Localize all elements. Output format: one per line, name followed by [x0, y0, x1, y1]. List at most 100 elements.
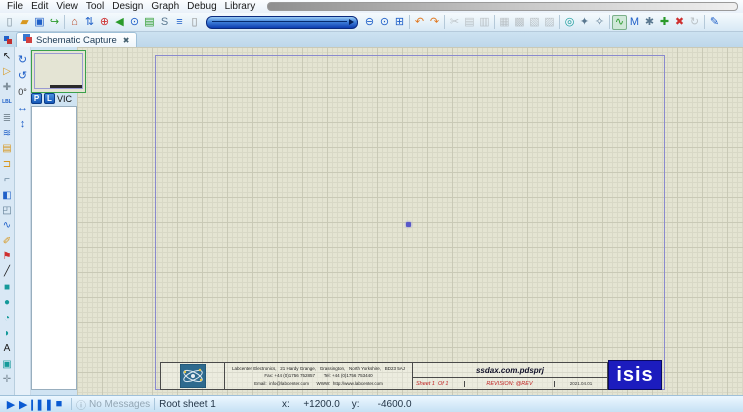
rotate-clockwise-icon[interactable]: ↻: [16, 53, 30, 67]
tab-bar: Schematic Capture ✖: [0, 32, 743, 47]
block-rotate-icon[interactable]: ▧: [527, 15, 542, 30]
rotate-anticlockwise-icon[interactable]: ↺: [16, 69, 30, 83]
wire-label-icon[interactable]: LBL: [1, 95, 14, 110]
undo-icon[interactable]: ↶: [412, 15, 427, 30]
message-text: No Messages: [89, 399, 150, 410]
zoom-all-icon[interactable]: ⊞: [392, 15, 407, 30]
stop-button[interactable]: ■: [51, 398, 67, 410]
tab-label: Schematic Capture: [36, 35, 117, 46]
overview-minimap[interactable]: [31, 50, 86, 93]
new-file-icon[interactable]: ▯: [2, 15, 17, 30]
menu-file[interactable]: File: [3, 1, 27, 12]
menu-library[interactable]: Library: [221, 1, 260, 12]
new-sheet-icon[interactable]: ✚: [657, 15, 672, 30]
toolbar-separator: [494, 15, 495, 29]
import-icon[interactable]: ↪: [47, 15, 62, 30]
tools-icon[interactable]: ✱: [642, 15, 657, 30]
menu-view[interactable]: View: [52, 1, 82, 12]
zoom-slider-track: [212, 21, 347, 22]
mirror-vertical-icon[interactable]: ↕: [16, 117, 30, 131]
2d-path-icon[interactable]: ◗: [1, 326, 14, 341]
menu-tool[interactable]: Tool: [82, 1, 108, 12]
find-icon[interactable]: ⊙: [127, 15, 142, 30]
notes-icon[interactable]: ▯: [187, 15, 202, 30]
marker-icon[interactable]: ✛: [1, 372, 14, 387]
mode-toolbar: ↖ ▷ ✚ LBL ≣ ≋ ▤ ⊐ ⌐ ◧ ◰ ∿ ✐ ⚑ ╱ ■ ● ◔ ◗ …: [0, 47, 15, 395]
2d-symbol-icon[interactable]: ▣: [1, 357, 14, 372]
block-delete-icon[interactable]: ▨: [542, 15, 557, 30]
menu-design[interactable]: Design: [108, 1, 147, 12]
device-pins-icon[interactable]: ⌐: [1, 172, 14, 187]
zoom-slider[interactable]: [206, 16, 358, 29]
edit-design-icon[interactable]: ✎: [707, 15, 722, 30]
status-separator: [154, 398, 155, 410]
2d-arc-icon[interactable]: ◔: [1, 311, 14, 326]
zoom-window-icon[interactable]: ⊙: [377, 15, 392, 30]
pause-button[interactable]: ❚❚: [35, 398, 51, 411]
paste-icon[interactable]: ▥: [477, 15, 492, 30]
link-icon[interactable]: ≡: [172, 15, 187, 30]
menu-bar: File Edit View Tool Design Graph Debug L…: [0, 0, 743, 13]
toolbar-separator: [704, 15, 705, 29]
home-icon[interactable]: ⌂: [67, 15, 82, 30]
text-script-icon[interactable]: ≣: [1, 111, 14, 126]
step-button[interactable]: ▶❙: [19, 398, 35, 411]
refresh-icon[interactable]: ↻: [687, 15, 702, 30]
menu-graph[interactable]: Graph: [147, 1, 183, 12]
2d-box-icon[interactable]: ■: [1, 280, 14, 295]
address-line-1: Labcenter Electronics, 21 Hardy Grange, …: [232, 365, 405, 373]
voltage-probe-icon[interactable]: ✐: [1, 234, 14, 249]
remove-sheet-icon[interactable]: ✖: [672, 15, 687, 30]
tab-schematic-capture[interactable]: Schematic Capture ✖: [16, 32, 137, 47]
block-copy-icon[interactable]: ▦: [497, 15, 512, 30]
pcb-layout-icon[interactable]: M: [627, 15, 642, 30]
save-icon[interactable]: ▣: [32, 15, 47, 30]
revision-label: REVISION: @REV: [465, 381, 555, 387]
design-explorer-icon[interactable]: ◎: [562, 15, 577, 30]
pick-devices-button[interactable]: P: [31, 93, 42, 104]
bom-icon[interactable]: ▤: [142, 15, 157, 30]
erc-check-icon[interactable]: ∿: [612, 15, 627, 30]
junction-dot-icon[interactable]: ✚: [1, 80, 14, 95]
component-mode-icon[interactable]: ▷: [1, 64, 14, 79]
script-icon[interactable]: S: [157, 15, 172, 30]
tape-recorder-icon[interactable]: ◰: [1, 203, 14, 218]
schematic-canvas[interactable]: Labcenter Electronics, 21 Hardy Grange, …: [77, 47, 743, 395]
toolbar-separator: [559, 15, 560, 29]
atom-logo-icon: [180, 364, 206, 388]
2d-circle-icon[interactable]: ●: [1, 295, 14, 310]
graph-mode-icon[interactable]: ◧: [1, 188, 14, 203]
pan-icon[interactable]: ◀: [112, 15, 127, 30]
object-selector-list[interactable]: [31, 106, 77, 390]
library-button[interactable]: L: [44, 93, 55, 104]
current-probe-icon[interactable]: ⚑: [1, 249, 14, 264]
address-line-2: Fax: +44 (0)1756 752857 Tel: +44 (0)1756…: [264, 372, 372, 380]
2d-line-icon[interactable]: ╱: [1, 264, 14, 279]
menu-edit[interactable]: Edit: [27, 1, 52, 12]
zoom-out-icon[interactable]: ⊖: [362, 15, 377, 30]
copy-icon[interactable]: ▤: [462, 15, 477, 30]
main-area: ↖ ▷ ✚ LBL ≣ ≋ ▤ ⊐ ⌐ ◧ ◰ ∿ ✐ ⚑ ╱ ■ ● ◔ ◗ …: [0, 47, 743, 395]
mirror-horizontal-icon[interactable]: ↔: [16, 101, 30, 115]
hammer-icon[interactable]: ✧: [592, 15, 607, 30]
wrench-icon[interactable]: ✦: [577, 15, 592, 30]
terminals-icon[interactable]: ⊐: [1, 157, 14, 172]
generator-icon[interactable]: ∿: [1, 218, 14, 233]
play-button[interactable]: ▶: [3, 398, 19, 411]
cut-icon[interactable]: ✂: [447, 15, 462, 30]
center-at-cursor-icon[interactable]: ⊕: [97, 15, 112, 30]
selection-mode-icon[interactable]: ↖: [1, 49, 14, 64]
redo-icon[interactable]: ↷: [427, 15, 442, 30]
buses-icon[interactable]: ≋: [1, 126, 14, 141]
menu-debug[interactable]: Debug: [183, 1, 220, 12]
fit-sheet-icon[interactable]: ⇅: [82, 15, 97, 30]
labcenter-logo-cell: [161, 363, 225, 389]
isis-logo: isis: [608, 360, 662, 390]
toolbar-separator: [409, 15, 410, 29]
subcircuit-icon[interactable]: ▤: [1, 141, 14, 156]
tab-close-icon[interactable]: ✖: [123, 36, 130, 45]
open-folder-icon[interactable]: ▰: [17, 15, 32, 30]
2d-text-icon[interactable]: A: [1, 341, 14, 356]
title-block-bottom-row: Sheet 1 Of 1 REVISION: @REV 2021.04.01: [413, 378, 607, 389]
block-move-icon[interactable]: ▩: [512, 15, 527, 30]
